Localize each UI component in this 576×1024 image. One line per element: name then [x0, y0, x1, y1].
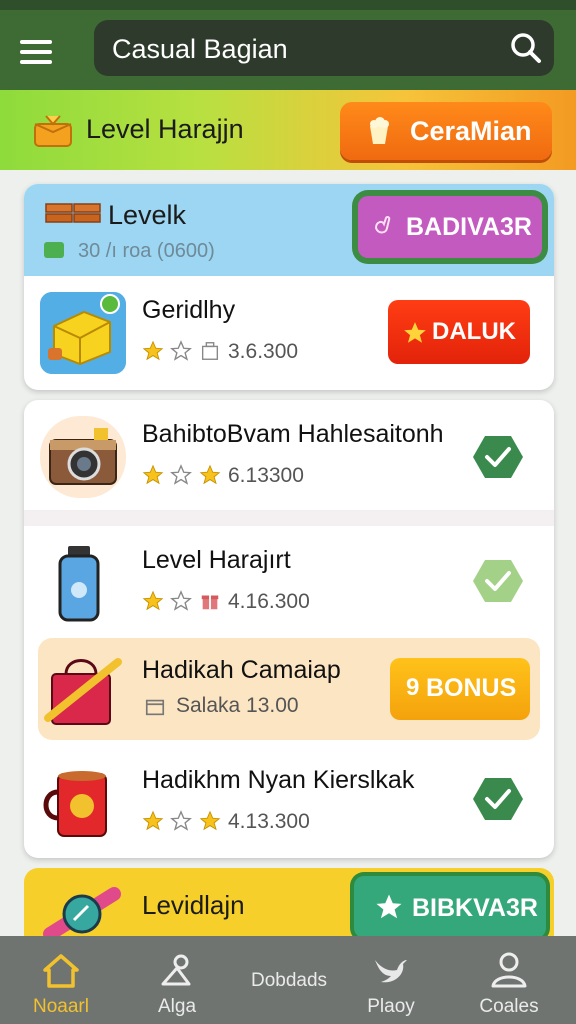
- rating-stars: [142, 590, 223, 614]
- banner-button-label: CeraMian: [410, 116, 532, 146]
- bricks-icon: [45, 203, 101, 223]
- search-icon[interactable]: [508, 30, 544, 66]
- featured-card: Levelk 30 /ı roa (0600) BADIVA3R Geridlh…: [24, 184, 554, 390]
- divider: [24, 510, 554, 526]
- search-text: Casual Bagian: [112, 34, 288, 64]
- star-filled-icon: [142, 464, 164, 485]
- rating-stars: [142, 464, 223, 488]
- featured-item-title: Geridlhy: [142, 296, 236, 324]
- featured-header: Levelk 30 /ı roa (0600) BADIVA3R: [24, 184, 554, 276]
- battery-icon: [44, 242, 64, 258]
- banner-action-button[interactable]: CeraMian: [340, 102, 552, 160]
- list-item-title: BahibtoBvam Hahlesaitonh: [142, 420, 444, 448]
- star-filled-icon: [199, 810, 221, 831]
- check-icon[interactable]: [472, 558, 524, 604]
- star-empty-icon: [170, 464, 193, 485]
- nav-home-label: Noaarl: [33, 996, 89, 1017]
- bonus-button-prefix: 9: [406, 674, 420, 701]
- profile-icon: [491, 952, 527, 988]
- featured-item-button-label: DALUK: [432, 318, 516, 345]
- hand-icon: [374, 215, 391, 234]
- bottom-card-button-label: BIBKVA3R: [412, 894, 538, 922]
- bottle-icon: [58, 546, 100, 622]
- popcorn-icon: [370, 117, 389, 144]
- status-bar: [0, 0, 576, 10]
- promo-banner: Level Harajjn CeraMian: [0, 90, 576, 170]
- list-item-meta: Salaka 13.00: [176, 694, 299, 717]
- nav-dobdads-label: Dobdads: [250, 970, 328, 991]
- star-filled-icon: [142, 810, 164, 831]
- check-icon[interactable]: [472, 434, 524, 480]
- star-filled-icon: [142, 340, 164, 361]
- list-item[interactable]: BahibtoBvam Hahlesaitonh 6.13300: [24, 400, 554, 512]
- list-item-title: Hadikah Camaiap: [142, 656, 341, 684]
- cheese-box-icon: [40, 292, 126, 374]
- bottom-navigation: Noaarl Alga Dobdads Plaoy Coales: [0, 936, 576, 1024]
- gift-icon: [201, 595, 219, 610]
- box-icon: [201, 342, 218, 360]
- bird-icon: [375, 960, 407, 983]
- star-icon: [404, 322, 426, 343]
- nav-coales[interactable]: Coales: [454, 936, 564, 1024]
- item-list-card: BahibtoBvam Hahlesaitonh 6.13300 Level H…: [24, 400, 554, 858]
- banner-title: Level Harajjn: [86, 114, 244, 144]
- menu-icon[interactable]: [20, 36, 64, 66]
- featured-item-button[interactable]: DALUK: [388, 300, 530, 364]
- top-app-bar: Casual Bagian: [0, 10, 576, 90]
- list-item[interactable]: Hadikhm Nyan Kierslkak 4.13.300: [24, 746, 554, 858]
- list-item-title: Hadikhm Nyan Kierslkak: [142, 766, 415, 794]
- rating-stars: [142, 340, 223, 364]
- search-input[interactable]: Casual Bagian: [94, 20, 554, 76]
- nav-home[interactable]: Noaarl: [6, 936, 116, 1024]
- star-empty-icon: [170, 810, 193, 831]
- featured-title: Levelk: [108, 200, 187, 230]
- featured-header-button[interactable]: BADIVA3R: [352, 190, 548, 264]
- star-filled-icon: [142, 590, 164, 611]
- shopping-bag-icon: [44, 658, 122, 725]
- list-item-meta: 4.16.300: [228, 590, 310, 613]
- check-icon[interactable]: [472, 776, 524, 822]
- mug-icon: [43, 771, 107, 837]
- box-icon: [145, 699, 165, 716]
- home-icon: [43, 954, 79, 988]
- nav-plaoy[interactable]: Plaoy: [336, 936, 446, 1024]
- bonus-button[interactable]: 9 BONUS: [390, 658, 530, 720]
- nav-alga[interactable]: Alga: [122, 936, 232, 1024]
- bottom-card-button[interactable]: BIBKVA3R: [350, 872, 550, 942]
- list-item[interactable]: Level Harajırt 4.16.300: [24, 526, 554, 638]
- featured-item-row[interactable]: Geridlhy 3.6.300 DALUK: [24, 276, 554, 388]
- camera-icon: [40, 416, 126, 498]
- nav-alga-label: Alga: [157, 996, 197, 1017]
- bottom-card-title: Levidlajn: [142, 890, 245, 920]
- featured-item-meta: 3.6.300: [228, 340, 299, 363]
- list-item-title: Level Harajırt: [142, 546, 291, 574]
- list-item-meta: 4.13.300: [228, 810, 310, 833]
- star-empty-icon: [170, 590, 193, 611]
- bonus-button-label: BONUS: [426, 674, 517, 702]
- nav-dobdads[interactable]: Dobdads: [234, 936, 344, 1024]
- watch-icon: [43, 887, 121, 941]
- nav-coales-label: Coales: [479, 996, 539, 1017]
- list-item-meta: 6.13300: [228, 464, 304, 487]
- star-icon: [376, 894, 402, 919]
- pin-icon: [161, 954, 191, 986]
- nav-plaoy-label: Plaoy: [367, 996, 415, 1017]
- star-empty-icon: [170, 340, 193, 361]
- rating-stars: [142, 810, 223, 834]
- featured-header-button-label: BADIVA3R: [406, 213, 532, 241]
- featured-subtitle: 30 /ı roa (0600): [78, 240, 215, 262]
- star-filled-icon: [199, 464, 221, 485]
- gift-box-icon: [34, 115, 72, 147]
